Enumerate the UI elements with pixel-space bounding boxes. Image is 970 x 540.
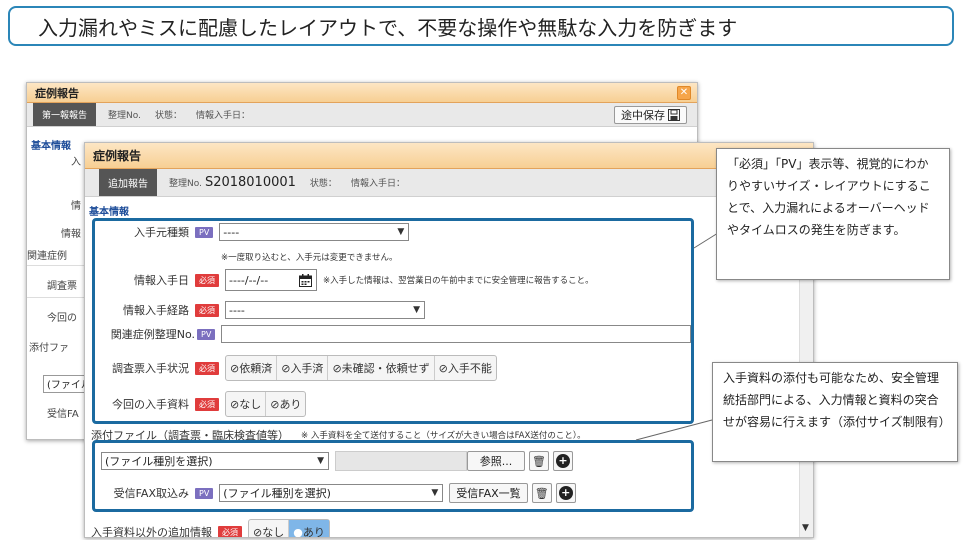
callout-attachments: 入手資料の添付も可能なため、安全管理統括部門による、入力情報と資料の突合せが容易… bbox=[712, 362, 958, 462]
callout-required-pv: 「必須」「PV」表示等、視覚的にわかりやすいサイズ・レイアウトにすることで、入力… bbox=[716, 148, 950, 280]
connector-bottom bbox=[635, 419, 713, 441]
